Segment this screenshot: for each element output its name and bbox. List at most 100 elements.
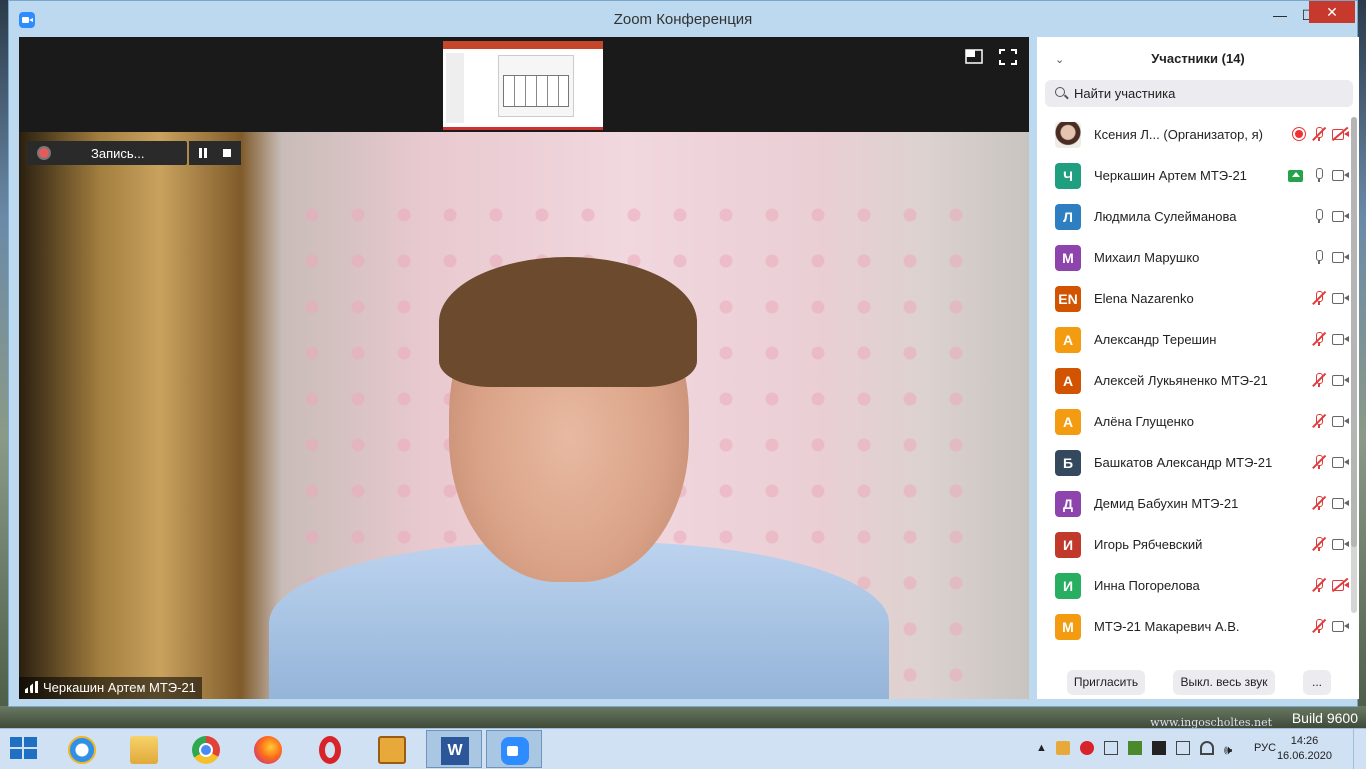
participant-row[interactable]: Л Людмила Сулейманова	[1037, 196, 1349, 237]
search-placeholder: Найти участника	[1074, 86, 1176, 101]
participant-name: Игорь Рябчевский	[1094, 537, 1203, 552]
search-icon	[1055, 87, 1065, 97]
tray-keyboard-icon[interactable]	[1104, 741, 1118, 755]
participant-name: Ксения Л... (Организатор, я)	[1094, 127, 1263, 142]
taskbar-clock[interactable]: 14:26 16.06.2020	[1277, 734, 1332, 764]
participant-row[interactable]: И Игорь Рябчевский	[1037, 524, 1349, 565]
participant-row[interactable]: М Михаил Марушко	[1037, 237, 1349, 278]
more-options-button[interactable]: ...	[1303, 670, 1331, 695]
windows-logo-icon	[10, 737, 22, 747]
participants-header: Участники (14)	[1151, 51, 1245, 66]
scrollbar-thumb[interactable]	[1351, 117, 1357, 547]
participant-name: Elena Nazarenko	[1094, 291, 1194, 306]
participant-name: Алёна Глущенко	[1094, 414, 1194, 429]
tray-network-icon[interactable]	[1200, 741, 1214, 755]
participants-panel: ⌄ Участники (14) Найти участника Ксения …	[1037, 37, 1359, 699]
thumbnail-table	[503, 75, 569, 107]
mute-all-button[interactable]: Выкл. весь звук	[1173, 670, 1275, 695]
participant-row[interactable]: М МТЭ-21 Макаревич А.В.	[1037, 606, 1349, 647]
participant-row[interactable]: И Инна Погорелова	[1037, 565, 1349, 606]
camera-icon[interactable]	[1332, 455, 1349, 469]
camera-icon[interactable]	[1332, 496, 1349, 510]
microphone-icon[interactable]	[1311, 209, 1327, 223]
speaker-name-tag: Черкашин Артем МТЭ-21	[19, 677, 202, 699]
desktop-background-right	[1358, 0, 1366, 728]
title-bar[interactable]: Zoom Конференция — ☐ ✕	[9, 1, 1357, 37]
internet-explorer-icon	[68, 736, 96, 764]
camera-icon[interactable]	[1332, 250, 1349, 264]
tray-app-icon[interactable]	[1056, 741, 1070, 755]
layout-switch-icon[interactable]	[965, 49, 983, 65]
participant-avatar: Д	[1055, 491, 1081, 517]
tray-expand-icon[interactable]: ▲	[1036, 742, 1047, 754]
active-speaker-video: Черкашин Артем МТЭ-21	[19, 132, 1029, 699]
minimize-button[interactable]: —	[1267, 5, 1293, 25]
taskbar-file-explorer[interactable]	[116, 730, 172, 768]
windows-logo-pane	[10, 749, 22, 759]
participant-avatar: И	[1055, 573, 1081, 599]
stop-recording-icon[interactable]	[223, 149, 231, 157]
taskbar-firefox[interactable]	[240, 730, 296, 768]
windows-logo-pane	[24, 737, 37, 747]
window-title: Zoom Конференция	[613, 11, 753, 28]
recording-icon	[1295, 130, 1303, 138]
camera-icon[interactable]	[1332, 373, 1349, 387]
tray-opera-icon[interactable]	[1080, 741, 1094, 755]
fullscreen-icon[interactable]	[999, 49, 1017, 65]
taskbar-notes-app[interactable]	[364, 730, 420, 768]
microphone-icon[interactable]	[1311, 250, 1327, 264]
screen-share-icon	[1288, 170, 1303, 182]
participant-avatar: А	[1055, 327, 1081, 353]
camera-icon[interactable]	[1332, 537, 1349, 551]
participant-row[interactable]: Ксения Л... (Организатор, я)	[1037, 114, 1349, 155]
recording-controls	[189, 141, 241, 165]
speaker-hair	[439, 257, 697, 387]
camera-icon[interactable]	[1332, 209, 1349, 223]
chrome-icon	[192, 736, 220, 764]
participant-row[interactable]: Ч Черкашин Артем МТЭ-21	[1037, 155, 1349, 196]
show-desktop-button[interactable]	[1353, 729, 1366, 769]
word-icon: W	[441, 737, 469, 765]
speaker-name: Черкашин Артем МТЭ-21	[43, 680, 196, 695]
camera-icon[interactable]	[1332, 168, 1349, 182]
camera-icon[interactable]	[1332, 332, 1349, 346]
language-indicator[interactable]: РУС	[1254, 742, 1276, 754]
pause-recording-icon[interactable]	[199, 148, 207, 158]
participant-search-input[interactable]: Найти участника	[1045, 80, 1353, 107]
close-button[interactable]: ✕	[1309, 1, 1355, 23]
start-button[interactable]	[10, 737, 38, 761]
notes-icon	[378, 736, 406, 764]
tray-volume-icon[interactable]: 🕪	[1224, 742, 1232, 758]
participant-avatar: А	[1055, 409, 1081, 435]
participant-name: Алексей Лукьяненко МТЭ-21	[1094, 373, 1268, 388]
participant-avatar: И	[1055, 532, 1081, 558]
invite-button[interactable]: Пригласить	[1067, 670, 1145, 695]
taskbar-zoom[interactable]	[486, 730, 542, 768]
camera-icon[interactable]	[1332, 414, 1349, 428]
taskbar-word[interactable]: W	[426, 730, 482, 768]
recording-dot-icon	[39, 148, 49, 158]
taskbar-opera[interactable]	[302, 730, 358, 768]
tray-nvidia-icon[interactable]	[1128, 741, 1142, 755]
participant-name: Александр Терешин	[1094, 332, 1217, 347]
tray-device-icon[interactable]	[1176, 741, 1190, 755]
participant-row[interactable]: EN Elena Nazarenko	[1037, 278, 1349, 319]
camera-icon[interactable]	[1332, 619, 1349, 633]
participant-row[interactable]: Б Башкатов Александр МТЭ-21	[1037, 442, 1349, 483]
participant-row[interactable]: А Алёна Глущенко	[1037, 401, 1349, 442]
shared-screen-thumbnail[interactable]	[443, 41, 603, 130]
participant-row[interactable]: Д Демид Бабухин МТЭ-21	[1037, 483, 1349, 524]
microphone-icon[interactable]	[1311, 168, 1327, 182]
firefox-icon	[254, 736, 282, 764]
tray-flag-icon[interactable]	[1152, 741, 1166, 755]
participant-list: Ксения Л... (Организатор, я) Ч Черкашин Ар…	[1037, 114, 1349, 647]
participant-avatar: Л	[1055, 204, 1081, 230]
zoom-window: Zoom Конференция — ☐ ✕ Черкашин Артем МТ…	[8, 0, 1359, 707]
taskbar-chrome[interactable]	[178, 730, 234, 768]
participant-row[interactable]: А Алексей Лукьяненко МТЭ-21	[1037, 360, 1349, 401]
video-area[interactable]: Черкашин Артем МТЭ-21 Запись...	[19, 37, 1029, 699]
camera-icon[interactable]	[1332, 291, 1349, 305]
participant-row[interactable]: А Александр Терешин	[1037, 319, 1349, 360]
participant-name: Демид Бабухин МТЭ-21	[1094, 496, 1239, 511]
taskbar-internet-explorer[interactable]	[54, 730, 110, 768]
